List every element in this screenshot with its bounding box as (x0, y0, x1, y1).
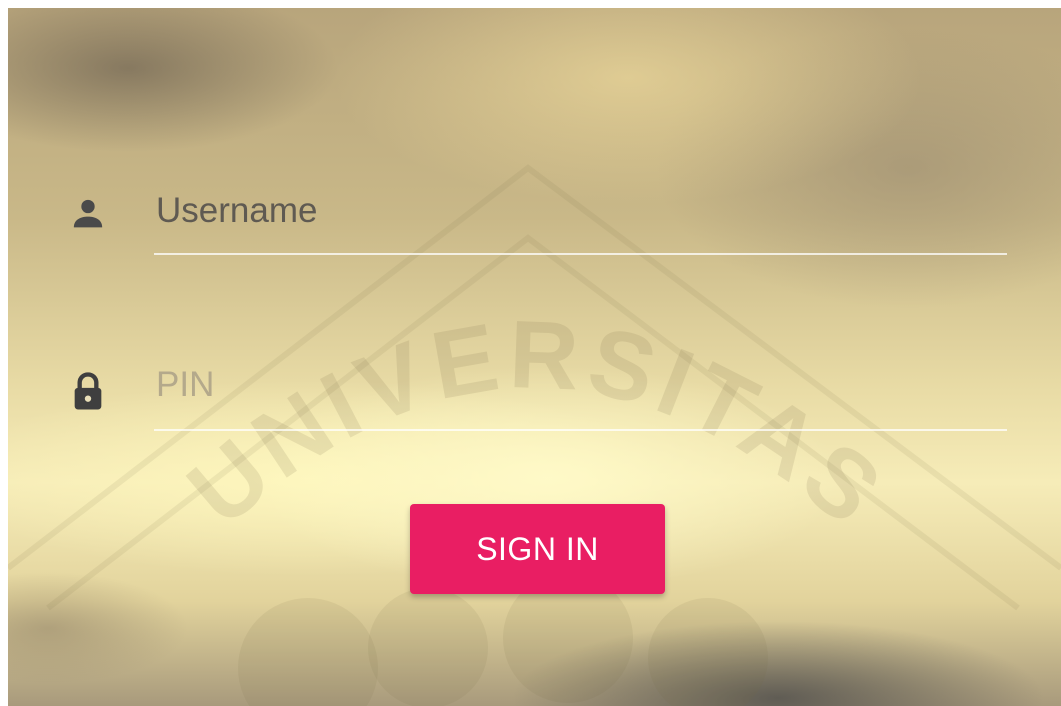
username-input[interactable] (154, 186, 1009, 236)
pin-underline (154, 429, 1007, 431)
pin-field-group (68, 360, 1061, 440)
lock-icon (68, 370, 108, 410)
pin-input[interactable] (154, 360, 1009, 410)
watermark-logo: UNIVERSITAS (8, 164, 1061, 706)
username-field-group (68, 186, 1061, 266)
person-icon (68, 194, 108, 234)
login-screen: UNIVERSITAS SIGN IN (8, 8, 1061, 706)
sign-in-button[interactable]: SIGN IN (410, 504, 665, 594)
username-underline (154, 253, 1007, 255)
